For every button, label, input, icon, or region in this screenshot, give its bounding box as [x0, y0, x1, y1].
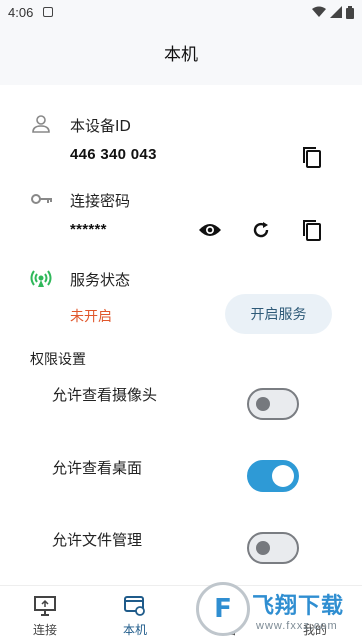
watermark-logo: F: [196, 582, 250, 636]
status-icons: [312, 5, 354, 19]
local-device-icon: [123, 594, 147, 618]
perm-label-files: 允许文件管理: [52, 531, 143, 549]
signal-icon: [330, 6, 342, 18]
service-status-label: 服务状态: [70, 271, 131, 289]
watermark-text: 飞翔下载: [252, 594, 345, 619]
broadcast-icon: [30, 270, 52, 287]
copy-icon: [303, 220, 321, 241]
toggle-knob: [272, 465, 294, 487]
key-icon: [31, 194, 52, 204]
copy-icon: [303, 147, 321, 168]
toggle-knob: [256, 397, 270, 411]
device-id-value: 446 340 043: [70, 146, 157, 163]
watermark-url: www.fxxz.com: [256, 620, 338, 632]
start-service-button[interactable]: 开启服务: [225, 294, 332, 334]
perm-label-camera: 允许查看摄像头: [52, 386, 158, 404]
refresh-icon: [253, 222, 269, 238]
nav-local[interactable]: 本机: [105, 594, 165, 638]
toggle-knob: [256, 541, 270, 555]
camera-permission-toggle[interactable]: [247, 388, 299, 420]
files-permission-toggle[interactable]: [247, 532, 299, 564]
permissions-heading: 权限设置: [30, 352, 86, 368]
status-bar: 4:06: [0, 0, 362, 24]
show-password-button[interactable]: [198, 218, 222, 242]
monitor-icon: [33, 594, 57, 618]
password-value: ******: [70, 221, 107, 238]
desktop-permission-toggle[interactable]: [247, 460, 299, 492]
copy-password-button[interactable]: [300, 218, 324, 242]
nav-connect[interactable]: 连接: [15, 594, 75, 638]
device-id-label: 本设备ID: [70, 117, 131, 135]
nav-label-local: 本机: [122, 623, 147, 637]
password-label: 连接密码: [70, 192, 131, 210]
watermark: F 飞翔下载 www.fxxz.com: [192, 580, 362, 643]
wifi-icon: [312, 6, 326, 17]
eye-icon: [199, 224, 221, 236]
service-status-value: 未开启: [70, 309, 112, 325]
copy-device-id-button[interactable]: [300, 145, 324, 169]
person-icon: [32, 115, 50, 133]
perm-label-desktop: 允许查看桌面: [52, 459, 143, 477]
refresh-password-button[interactable]: [249, 218, 273, 242]
page-title: 本机: [164, 45, 198, 65]
status-time: 4:06: [8, 4, 34, 20]
nav-label-connect: 连接: [32, 623, 57, 637]
battery-icon: [346, 5, 354, 19]
notification-icon: [43, 7, 54, 17]
